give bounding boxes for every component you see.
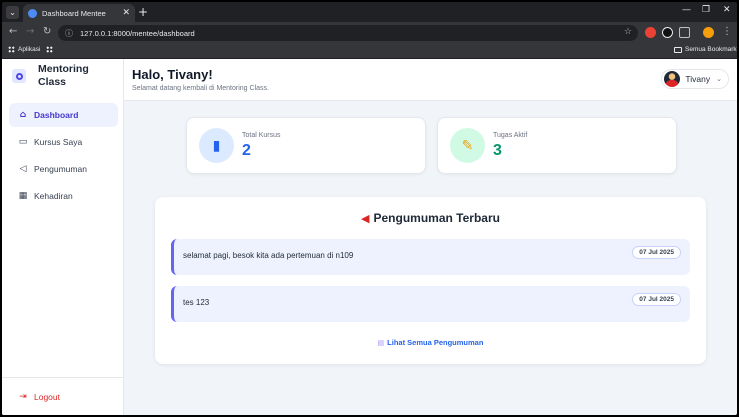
new-tab-icon[interactable]: + (138, 5, 148, 19)
bookmark-grid[interactable] (46, 46, 56, 53)
document-icon: ▤ (377, 339, 385, 347)
logout-button[interactable]: ⇥ Logout (18, 392, 60, 402)
logout-label: Logout (34, 392, 60, 402)
browser-menu-icon[interactable]: ⋮ (722, 26, 732, 37)
close-window-icon[interactable]: ✕ (723, 5, 731, 15)
logout-icon: ⇥ (19, 392, 27, 402)
folder-icon (674, 46, 682, 53)
tab-close-icon[interactable]: ✕ (122, 8, 130, 18)
sidebar-item-kehadiran[interactable]: ▦ Kehadiran (9, 184, 118, 208)
page-header: Halo, Tivany! Selamat datang kembali di … (124, 59, 737, 101)
apps-bookmark[interactable]: Aplikasi (8, 46, 40, 53)
extension-icon[interactable] (645, 27, 656, 38)
user-menu[interactable]: Tivany ⌄ (661, 69, 729, 89)
announcement-date-badge: 07 Jul 2025 (632, 293, 681, 306)
extensions-puzzle-icon[interactable] (679, 27, 690, 38)
all-bookmarks[interactable]: Semua Bookmark (674, 46, 737, 53)
view-all-label: Lihat Semua Pengumuman (387, 338, 484, 347)
profile-icon[interactable] (703, 27, 714, 38)
stat-value: 3 (493, 142, 502, 159)
bookmarks-bar: Aplikasi Semua Bookmark (2, 44, 737, 59)
brand[interactable]: Mentoring Class (12, 63, 108, 89)
grid-icon (46, 46, 53, 53)
view-all-announcements-link[interactable]: ▤ Lihat Semua Pengumuman (155, 338, 706, 347)
user-name: Tivany (685, 74, 711, 84)
announcement-text: selamat pagi, besok kita ada pertemuan d… (183, 251, 354, 260)
minimize-icon[interactable]: — (682, 5, 691, 15)
address-bar[interactable]: ⓘ 127.0.0.1:8000/mentee/dashboard ☆ (58, 25, 638, 41)
sidebar: Mentoring Class ⌂ Dashboard ▭ Kursus Say… (2, 59, 124, 415)
sidebar-item-label: Kehadiran (34, 191, 73, 201)
logo-icon (12, 69, 26, 83)
stat-card-tugas-aktif: ✎ Tugas Aktif 3 (437, 117, 677, 174)
apps-label: Aplikasi (18, 46, 41, 53)
browser-toolbar: ← → ↻ ⓘ 127.0.0.1:8000/mentee/dashboard … (2, 22, 737, 44)
stat-label: Total Kursus (242, 132, 281, 139)
announcement-item[interactable]: tes 123 07 Jul 2025 (171, 286, 690, 322)
book-icon: ▮ (199, 128, 234, 163)
tab-strip: ⌄ Dashboard Mentee ✕ + — ❐ ✕ (2, 2, 737, 22)
megaphone-icon: ◁ (19, 164, 27, 174)
home-icon: ⌂ (19, 110, 27, 120)
avatar (664, 71, 681, 87)
page-content: Mentoring Class ⌂ Dashboard ▭ Kursus Say… (2, 59, 737, 415)
sidebar-item-dashboard[interactable]: ⌂ Dashboard (9, 103, 118, 127)
announcement-text: tes 123 (183, 298, 210, 307)
announcements-title-text: Pengumuman Terbaru (373, 211, 500, 225)
memo-icon: ✎ (450, 128, 485, 163)
bookmark-star-icon[interactable]: ☆ (624, 27, 632, 37)
all-bookmarks-label: Semua Bookmark (685, 46, 737, 53)
browser-tab[interactable]: Dashboard Mentee ✕ (23, 4, 135, 22)
stat-value: 2 (242, 142, 251, 159)
url-text: 127.0.0.1:8000/mentee/dashboard (80, 28, 195, 38)
reload-icon[interactable]: ↻ (43, 26, 51, 37)
stat-card-total-kursus: ▮ Total Kursus 2 (186, 117, 426, 174)
chevron-down-icon: ⌄ (716, 75, 722, 83)
back-icon[interactable]: ← (9, 26, 17, 37)
announcement-date-badge: 07 Jul 2025 (632, 246, 681, 259)
brand-name: Mentoring Class (38, 63, 89, 88)
stat-label: Tugas Aktif (493, 132, 528, 139)
apps-grid-icon (8, 46, 15, 53)
calendar-icon: ▦ (18, 191, 28, 201)
book-icon: ▭ (18, 137, 28, 147)
announcement-item[interactable]: selamat pagi, besok kita ada pertemuan d… (171, 239, 690, 275)
restore-icon[interactable]: ❐ (702, 5, 710, 15)
announcements-title: ◀ Pengumuman Terbaru (155, 211, 706, 225)
page-subtitle: Selamat datang kembali di Mentoring Clas… (132, 85, 269, 92)
browser-window: ⌄ Dashboard Mentee ✕ + — ❐ ✕ ← → ↻ ⓘ 127… (2, 2, 737, 415)
sidebar-item-kursus-saya[interactable]: ▭ Kursus Saya (9, 130, 118, 154)
sidebar-item-label: Kursus Saya (34, 137, 83, 147)
tab-title: Dashboard Mentee (42, 8, 106, 18)
extension-icon[interactable] (662, 27, 673, 38)
forward-icon[interactable]: → (26, 26, 34, 37)
announcements-panel: ◀ Pengumuman Terbaru selamat pagi, besok … (155, 197, 706, 364)
sidebar-item-label: Pengumuman (34, 164, 87, 174)
sidebar-nav: ⌂ Dashboard ▭ Kursus Saya ◁ Pengumuman ▦… (9, 103, 118, 211)
sidebar-item-label: Dashboard (34, 110, 79, 120)
page-title: Halo, Tivany! (132, 67, 213, 82)
favicon-icon (28, 8, 37, 18)
sidebar-item-pengumuman[interactable]: ◁ Pengumuman (9, 157, 118, 181)
sidebar-footer: ⇥ Logout (2, 377, 124, 415)
tab-search-icon[interactable]: ⌄ (6, 6, 19, 19)
megaphone-icon: ◀ (361, 212, 370, 225)
site-info-icon[interactable]: ⓘ (65, 28, 73, 39)
